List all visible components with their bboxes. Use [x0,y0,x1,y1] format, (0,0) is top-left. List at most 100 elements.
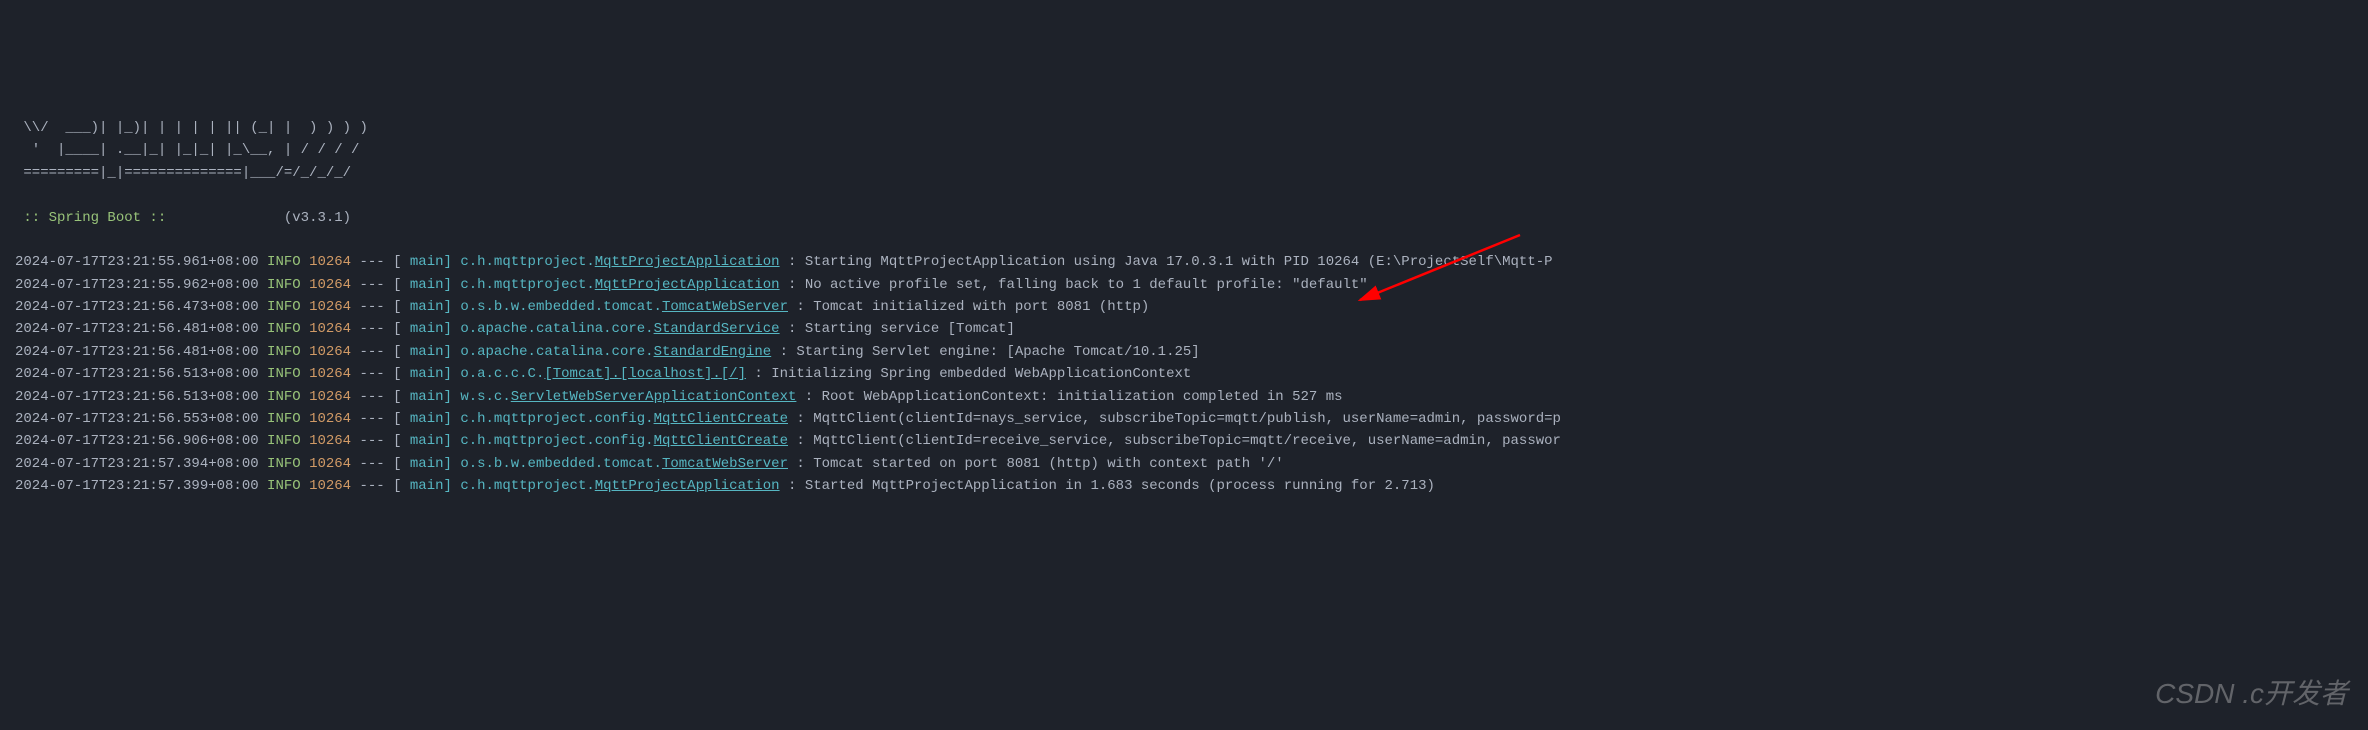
banner-line-3: =========|_|==============|___/=/_/_/_/ [15,165,351,181]
log-message: No active profile set, falling back to 1… [805,277,1368,293]
log-line: 2024-07-17T23:21:56.906+08:00 INFO 10264… [15,430,2353,452]
log-thread: main [402,456,444,472]
log-logger-prefix: c.h.mqttproject.config. [460,433,653,449]
log-logger-prefix: c.h.mqttproject.config. [460,411,653,427]
log-logger-prefix: c.h.mqttproject. [460,254,594,270]
log-pid: 10264 [309,389,351,405]
log-logger-class: MqttProjectApplication [595,254,780,270]
log-thread: main [402,411,444,427]
log-line: 2024-07-17T23:21:57.399+08:00 INFO 10264… [15,475,2353,497]
log-level: INFO [267,411,301,427]
log-logger-prefix: o.apache.catalina.core. [460,321,653,337]
log-line: 2024-07-17T23:21:55.961+08:00 INFO 10264… [15,251,2353,273]
log-level: INFO [267,299,301,315]
log-logger-prefix: o.s.b.w.embedded.tomcat. [460,456,662,472]
log-message: Started MqttProjectApplication in 1.683 … [805,478,1435,494]
log-pid: 10264 [309,277,351,293]
log-logger-class: [Tomcat].[localhost].[/] [544,366,746,382]
log-thread: main [402,321,444,337]
log-pid: 10264 [309,456,351,472]
log-logger-prefix: o.apache.catalina.core. [460,344,653,360]
log-level: INFO [267,344,301,360]
log-message: Tomcat started on port 8081 (http) with … [813,456,1283,472]
log-logger-prefix: c.h.mqttproject. [460,277,594,293]
log-message: Initializing Spring embedded WebApplicat… [771,366,1191,382]
log-logger-class: MqttClientCreate [654,433,788,449]
spring-boot-version: (v3.3.1) [284,210,351,226]
log-thread: main [402,277,444,293]
log-timestamp: 2024-07-17T23:21:56.513+08:00 [15,389,259,405]
log-message: MqttClient(clientId=receive_service, sub… [813,433,1561,449]
log-timestamp: 2024-07-17T23:21:55.962+08:00 [15,277,259,293]
log-timestamp: 2024-07-17T23:21:56.481+08:00 [15,321,259,337]
console-output: \\/ ___)| |_)| | | | | || (_| | ) ) ) ) … [15,95,2353,520]
log-level: INFO [267,277,301,293]
log-timestamp: 2024-07-17T23:21:56.906+08:00 [15,433,259,449]
log-pid: 10264 [309,299,351,315]
log-pid: 10264 [309,366,351,382]
log-timestamp: 2024-07-17T23:21:56.473+08:00 [15,299,259,315]
log-pid: 10264 [309,411,351,427]
log-logger-prefix: w.s.c. [460,389,510,405]
log-logger-class: MqttClientCreate [654,411,788,427]
log-line: 2024-07-17T23:21:56.553+08:00 INFO 10264… [15,408,2353,430]
log-thread: main [402,299,444,315]
log-pid: 10264 [309,254,351,270]
log-logger-prefix: o.a.c.c.C. [460,366,544,382]
log-separator: --- [ [351,478,401,494]
log-separator: --- [ [351,299,401,315]
log-level: INFO [267,389,301,405]
log-level: INFO [267,478,301,494]
log-separator: --- [ [351,366,401,382]
log-pid: 10264 [309,344,351,360]
log-level: INFO [267,254,301,270]
log-thread: main [402,478,444,494]
log-line: 2024-07-17T23:21:56.481+08:00 INFO 10264… [15,341,2353,363]
log-pid: 10264 [309,433,351,449]
log-message: Root WebApplicationContext: initializati… [822,389,1343,405]
log-line: 2024-07-17T23:21:56.481+08:00 INFO 10264… [15,318,2353,340]
log-separator: --- [ [351,411,401,427]
log-thread: main [402,254,444,270]
log-logger-class: StandardService [654,321,780,337]
log-level: INFO [267,433,301,449]
log-logger-prefix: c.h.mqttproject. [460,478,594,494]
log-separator: --- [ [351,321,401,337]
log-logger-class: ServletWebServerApplicationContext [511,389,797,405]
log-logger-class: MqttProjectApplication [595,277,780,293]
log-pid: 10264 [309,478,351,494]
log-timestamp: 2024-07-17T23:21:56.481+08:00 [15,344,259,360]
log-line: 2024-07-17T23:21:56.513+08:00 INFO 10264… [15,363,2353,385]
banner-line-2: ' |____| .__|_| |_|_| |_\__, | / / / / [15,142,359,158]
log-timestamp: 2024-07-17T23:21:57.399+08:00 [15,478,259,494]
log-line: 2024-07-17T23:21:56.513+08:00 INFO 10264… [15,386,2353,408]
log-timestamp: 2024-07-17T23:21:56.553+08:00 [15,411,259,427]
log-separator: --- [ [351,433,401,449]
log-thread: main [402,344,444,360]
log-thread: main [402,389,444,405]
log-lines-container: 2024-07-17T23:21:55.961+08:00 INFO 10264… [15,251,2353,497]
log-line: 2024-07-17T23:21:56.473+08:00 INFO 10264… [15,296,2353,318]
watermark-text: CSDN .c开发者 [2155,672,2348,717]
log-separator: --- [ [351,277,401,293]
log-logger-class: TomcatWebServer [662,456,788,472]
log-thread: main [402,433,444,449]
log-separator: --- [ [351,456,401,472]
log-logger-class: MqttProjectApplication [595,478,780,494]
log-pid: 10264 [309,321,351,337]
log-timestamp: 2024-07-17T23:21:56.513+08:00 [15,366,259,382]
log-line: 2024-07-17T23:21:57.394+08:00 INFO 10264… [15,453,2353,475]
log-thread: main [402,366,444,382]
log-timestamp: 2024-07-17T23:21:57.394+08:00 [15,456,259,472]
log-message: Starting service [Tomcat] [805,321,1015,337]
log-timestamp: 2024-07-17T23:21:55.961+08:00 [15,254,259,270]
log-level: INFO [267,456,301,472]
log-message: Tomcat initialized with port 8081 (http) [813,299,1149,315]
log-separator: --- [ [351,254,401,270]
log-line: 2024-07-17T23:21:55.962+08:00 INFO 10264… [15,274,2353,296]
log-separator: --- [ [351,389,401,405]
log-message: Starting MqttProjectApplication using Ja… [805,254,1553,270]
log-message: Starting Servlet engine: [Apache Tomcat/… [796,344,1199,360]
spring-boot-line: :: Spring Boot :: (v3.3.1) [15,210,351,226]
log-level: INFO [267,321,301,337]
